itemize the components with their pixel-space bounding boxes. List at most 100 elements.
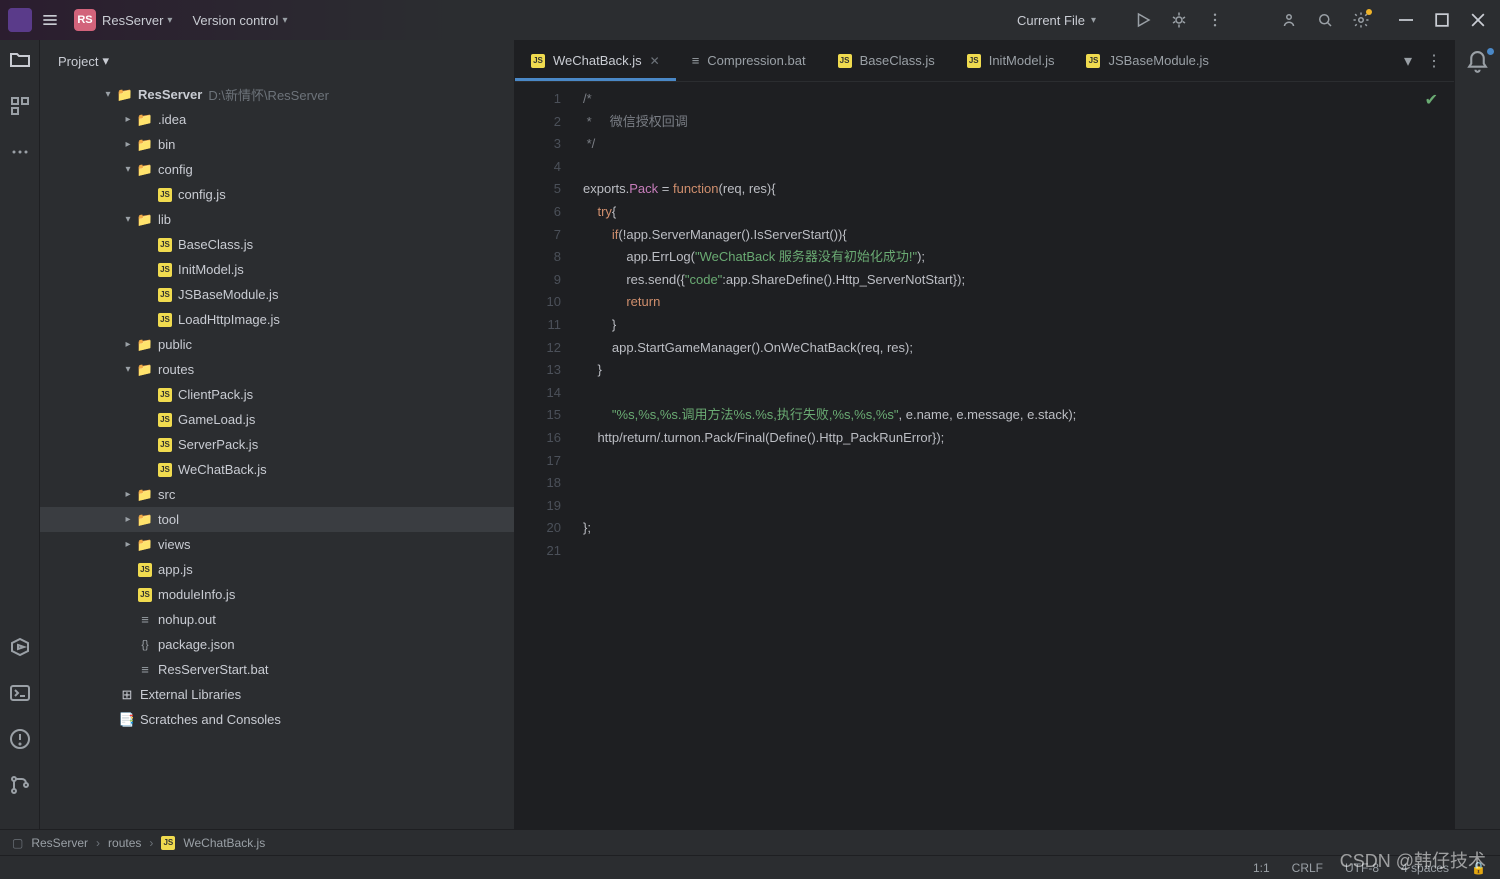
tree-label: bin xyxy=(158,137,175,152)
tab-label: WeChatBack.js xyxy=(553,53,642,68)
git-tool-icon[interactable] xyxy=(8,773,32,797)
tree-row[interactable]: ▸📁.idea xyxy=(40,107,514,132)
more-vertical-icon[interactable]: ⋮ xyxy=(1426,51,1442,71)
project-tool-icon[interactable] xyxy=(8,48,32,72)
tree-row[interactable]: ▾📁config xyxy=(40,157,514,182)
editor-tab[interactable]: JSInitModel.js xyxy=(951,40,1071,81)
breadcrumb-file[interactable]: WeChatBack.js xyxy=(183,836,265,850)
breadcrumb-root[interactable]: ResServer xyxy=(31,836,88,850)
project-sidebar: Project ▾ ▾📁ResServerD:\新情怀\ResServer ▸📁… xyxy=(40,40,515,829)
close-tab-icon[interactable]: ✕ xyxy=(650,54,660,68)
tree-row-selected[interactable]: ▸📁tool xyxy=(40,507,514,532)
tree-label: app.js xyxy=(158,562,193,577)
main-menu-icon[interactable] xyxy=(40,10,60,30)
tree-row[interactable]: ▸📁views xyxy=(40,532,514,557)
tree-row[interactable]: JSconfig.js xyxy=(40,182,514,207)
tab-label: InitModel.js xyxy=(989,53,1055,68)
tree-label: src xyxy=(158,487,175,502)
tree-row[interactable]: JSGameLoad.js xyxy=(40,407,514,432)
right-tool-rail xyxy=(1454,40,1500,829)
project-badge[interactable]: RS xyxy=(74,9,96,31)
tree-row[interactable]: {}package.json xyxy=(40,632,514,657)
search-icon[interactable] xyxy=(1316,11,1334,29)
structure-tool-icon[interactable] xyxy=(8,94,32,118)
tree-label: InitModel.js xyxy=(178,262,244,277)
breadcrumb-folder[interactable]: routes xyxy=(108,836,141,850)
status-position[interactable]: 1:1 xyxy=(1253,861,1270,875)
editor-tab[interactable]: JSBaseClass.js xyxy=(822,40,951,81)
close-button[interactable] xyxy=(1464,6,1492,34)
readonly-lock-icon[interactable]: 🔒 xyxy=(1471,861,1486,875)
tree-row[interactable]: ▾📁routes xyxy=(40,357,514,382)
editor-area: JS WeChatBack.js ✕ ≡Compression.batJSBaseCl… xyxy=(515,40,1454,829)
maximize-button[interactable] xyxy=(1428,6,1456,34)
tree-row[interactable]: JSmoduleInfo.js xyxy=(40,582,514,607)
project-panel-header[interactable]: Project ▾ xyxy=(40,40,514,82)
tree-row[interactable]: ▸📁src xyxy=(40,482,514,507)
tree-row[interactable]: ▸📁public xyxy=(40,332,514,357)
settings-icon[interactable] xyxy=(1352,11,1370,29)
tree-row[interactable]: JSClientPack.js xyxy=(40,382,514,407)
tree-row-scratches[interactable]: 📑Scratches and Consoles xyxy=(40,707,514,732)
tree-row[interactable]: JSapp.js xyxy=(40,557,514,582)
more-vertical-icon[interactable] xyxy=(1206,11,1224,29)
chevron-down-icon[interactable]: ▾ xyxy=(1404,51,1412,71)
js-file-icon: JS xyxy=(531,54,545,68)
tree-row-external[interactable]: ⊞External Libraries xyxy=(40,682,514,707)
run-config-label: Current File xyxy=(1017,13,1085,28)
tree-row[interactable]: JSLoadHttpImage.js xyxy=(40,307,514,332)
status-encoding[interactable]: UTF-8 xyxy=(1345,861,1379,875)
tree-row[interactable]: JSJSBaseModule.js xyxy=(40,282,514,307)
tree-label: tool xyxy=(158,512,179,527)
tree-row-root[interactable]: ▾📁ResServerD:\新情怀\ResServer xyxy=(40,82,514,107)
tree-row[interactable]: ≡ResServerStart.bat xyxy=(40,657,514,682)
status-line-ending[interactable]: CRLF xyxy=(1292,861,1323,875)
minimize-button[interactable] xyxy=(1392,6,1420,34)
terminal-tool-icon[interactable] xyxy=(8,681,32,705)
code-editor[interactable]: 123456789101112131415161718192021 /* * 微… xyxy=(515,82,1454,829)
editor-tab[interactable]: JSJSBaseModule.js xyxy=(1070,40,1224,81)
run-icon[interactable] xyxy=(1134,11,1152,29)
services-tool-icon[interactable] xyxy=(8,635,32,659)
app-icon[interactable] xyxy=(8,8,32,32)
js-file-icon: JS xyxy=(838,54,852,68)
project-name[interactable]: ResServer xyxy=(102,13,163,28)
file-icon: ≡ xyxy=(692,53,700,68)
code-with-me-icon[interactable] xyxy=(1280,11,1298,29)
tree-label: ServerPack.js xyxy=(178,437,258,452)
gutter: 123456789101112131415161718192021 xyxy=(515,82,573,829)
breadcrumb: ▢ ResServer › routes › JS WeChatBack.js xyxy=(0,829,1500,855)
chevron-down-icon[interactable]: ▾ xyxy=(282,15,287,26)
tree-label: BaseClass.js xyxy=(178,237,253,252)
problems-tool-icon[interactable] xyxy=(8,727,32,751)
tree-row[interactable]: JSWeChatBack.js xyxy=(40,457,514,482)
tree-label: JSBaseModule.js xyxy=(178,287,278,302)
debug-icon[interactable] xyxy=(1170,11,1188,29)
editor-tab[interactable]: ≡Compression.bat xyxy=(676,40,822,81)
tree-label: views xyxy=(158,537,191,552)
inspection-ok-icon[interactable]: ✔ xyxy=(1425,90,1438,110)
tree-label: nohup.out xyxy=(158,612,216,627)
tree-label: .idea xyxy=(158,112,186,127)
version-control-menu[interactable]: Version control xyxy=(192,13,278,28)
tree-row[interactable]: ≡nohup.out xyxy=(40,607,514,632)
chevron-down-icon[interactable]: ▾ xyxy=(167,15,172,26)
tree-path: D:\新情怀\ResServer xyxy=(208,85,329,104)
project-tree[interactable]: ▾📁ResServerD:\新情怀\ResServer ▸📁.idea ▸📁bi… xyxy=(40,82,514,829)
status-indent[interactable]: 4 spaces xyxy=(1401,861,1449,875)
more-horizontal-icon[interactable] xyxy=(8,140,32,164)
tab-label: JSBaseModule.js xyxy=(1108,53,1208,68)
tree-row[interactable]: JSBaseClass.js xyxy=(40,232,514,257)
run-config-selector[interactable]: Current File ▾ xyxy=(1017,13,1116,28)
tree-row[interactable]: ▾📁lib xyxy=(40,207,514,232)
notifications-icon[interactable] xyxy=(1465,50,1490,75)
tree-label: GameLoad.js xyxy=(178,412,255,427)
code-content[interactable]: /* * 微信授权回调 */ exports.Pack = function(r… xyxy=(573,82,1454,829)
editor-tab[interactable]: JS WeChatBack.js ✕ xyxy=(515,40,676,81)
tree-row[interactable]: JSInitModel.js xyxy=(40,257,514,282)
chevron-down-icon: ▾ xyxy=(102,53,109,69)
tree-row[interactable]: ▸📁bin xyxy=(40,132,514,157)
tree-row[interactable]: JSServerPack.js xyxy=(40,432,514,457)
tree-label: public xyxy=(158,337,192,352)
chevron-down-icon: ▾ xyxy=(1091,15,1096,26)
